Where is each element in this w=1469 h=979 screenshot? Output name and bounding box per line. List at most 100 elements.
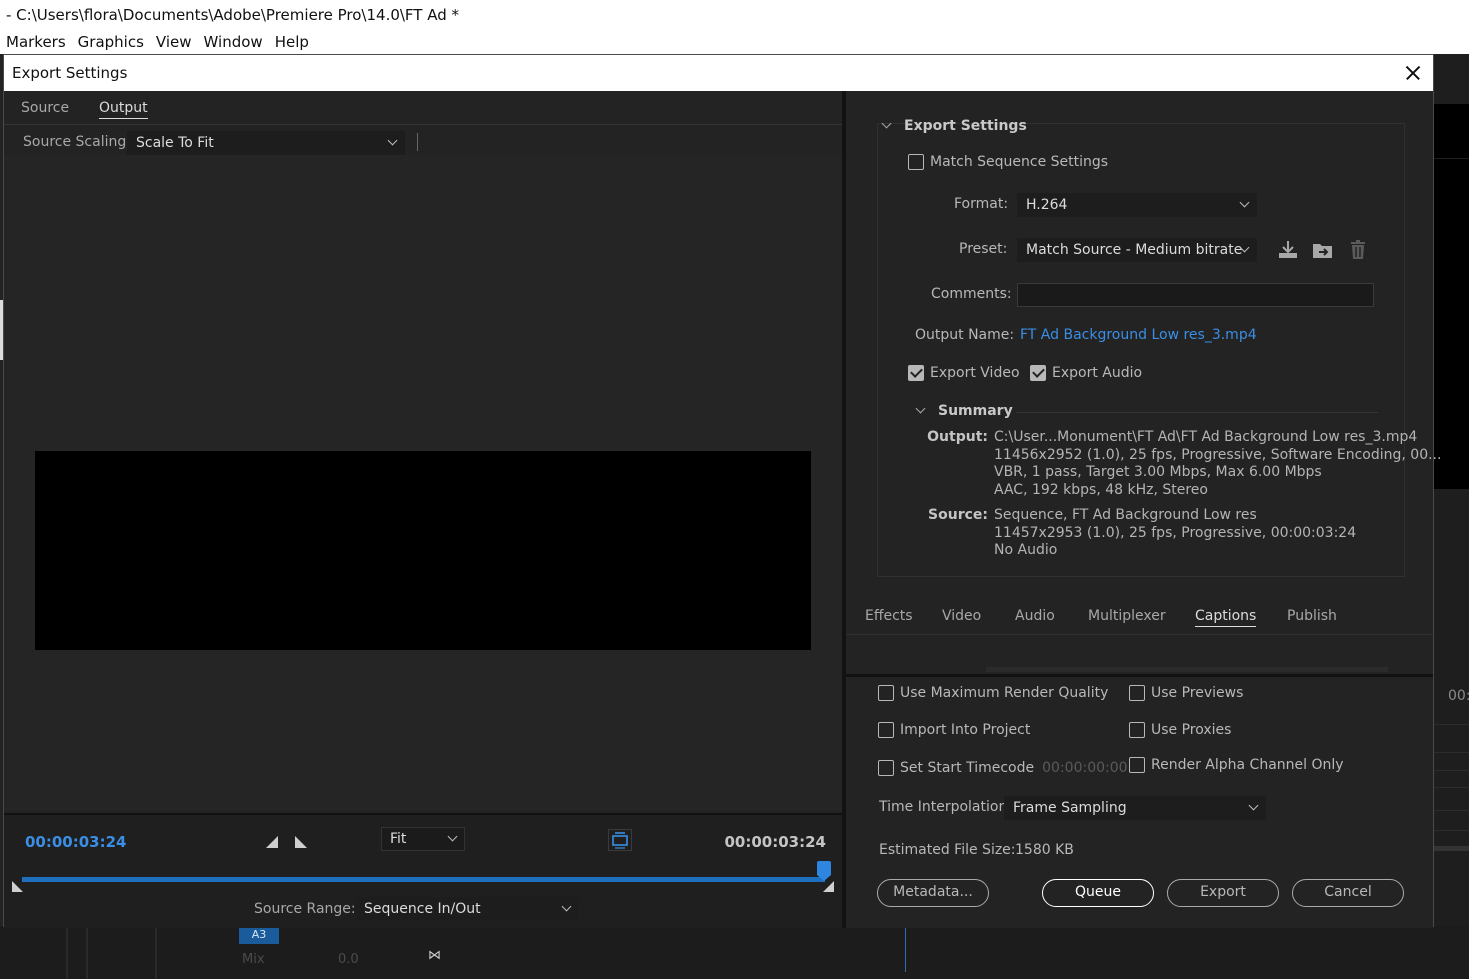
use-previews-checkbox[interactable]: Use Previews — [1129, 685, 1243, 701]
tab-audio[interactable]: Audio — [1015, 608, 1055, 624]
chevron-down-icon — [1239, 197, 1250, 208]
use-proxies-label: Use Proxies — [1151, 722, 1232, 738]
mark-in-icon[interactable] — [265, 835, 279, 849]
match-sequence-checkbox[interactable]: Match Sequence Settings — [908, 154, 1108, 170]
delete-preset-icon[interactable] — [1346, 239, 1370, 261]
preview-tabs: Source Output — [4, 91, 842, 125]
source-range-value: Sequence In/Out — [364, 901, 481, 917]
background-black-block — [1434, 104, 1469, 158]
export-audio-checkbox[interactable]: Export Audio — [1030, 365, 1142, 381]
summary-header[interactable]: Summary — [915, 403, 1013, 419]
mark-out-icon[interactable] — [294, 835, 308, 849]
summary-source-line: Sequence, FT Ad Background Low res — [994, 507, 1257, 523]
checkbox-icon — [1129, 722, 1145, 738]
work-area-end-handle[interactable] — [823, 881, 834, 892]
queue-button[interactable]: Queue — [1042, 879, 1154, 907]
render-alpha-only-checkbox[interactable]: Render Alpha Channel Only — [1129, 757, 1344, 773]
bowtie-icon[interactable]: ⋈ — [428, 948, 441, 963]
zoom-fit-value: Fit — [390, 831, 407, 847]
playback-bar: 00:00:03:24 Fit 00:00:03:24 Source Range… — [4, 813, 842, 928]
save-preset-icon[interactable] — [1276, 239, 1300, 261]
work-area-start-handle[interactable] — [12, 881, 23, 892]
tab-effects[interactable]: Effects — [865, 608, 913, 624]
export-settings-dialog: Export Settings Source Output Source Sca… — [3, 54, 1441, 928]
preset-dropdown[interactable]: Match Source - Medium bitrate — [1017, 238, 1257, 262]
summary-source-values: Sequence, FT Ad Background Low res 11457… — [994, 507, 1356, 560]
summary-output-values: C:\User...Monument\FT Ad\FT Ad Backgroun… — [994, 429, 1441, 499]
track-mix-value: 0.0 — [338, 952, 359, 967]
source-range-dropdown[interactable]: Sequence In/Out — [355, 897, 579, 921]
set-start-timecode-checkbox[interactable]: Set Start Timecode 00:00:00:00 — [878, 760, 1128, 776]
start-timecode-field[interactable]: 00:00:00:00 — [1042, 760, 1127, 776]
checkbox-icon — [1129, 757, 1145, 773]
timecode-duration: 00:00:03:24 — [724, 833, 827, 851]
tab-multiplexer[interactable]: Multiplexer — [1088, 608, 1166, 624]
track-a3-target[interactable]: A3 — [239, 926, 279, 944]
timeline-playhead — [905, 926, 906, 972]
time-interpolation-label: Time Interpolation: — [879, 799, 1013, 815]
background-divider — [86, 926, 88, 979]
checkbox-checked-icon — [908, 365, 924, 381]
chevron-down-icon — [561, 901, 572, 912]
tab-publish[interactable]: Publish — [1287, 608, 1337, 624]
summary-output-key: Output: — [927, 429, 988, 445]
summary-output-line: VBR, 1 pass, Target 3.00 Mbps, Max 6.00 … — [994, 464, 1322, 480]
toolbar-divider — [417, 133, 418, 151]
metadata-button[interactable]: Metadata... — [877, 879, 989, 907]
export-video-label: Export Video — [930, 365, 1020, 381]
checkbox-icon — [908, 154, 924, 170]
background-divider — [1434, 830, 1469, 831]
menu-view[interactable]: View — [150, 30, 198, 54]
estimated-file-size-value: 1580 KB — [1015, 842, 1074, 858]
chevron-down-icon — [1248, 800, 1259, 811]
menu-markers[interactable]: Markers — [0, 30, 72, 54]
preset-value: Match Source - Medium bitrate — [1026, 242, 1243, 258]
import-into-project-label: Import Into Project — [900, 722, 1031, 738]
playhead-handle[interactable] — [817, 861, 831, 881]
summary-output-line: 11456x2952 (1.0), 25 fps, Progressive, S… — [994, 446, 1442, 463]
export-button[interactable]: Export — [1167, 879, 1279, 907]
summary-output-line: AAC, 192 kbps, 48 kHz, Stereo — [994, 481, 1208, 498]
menu-help[interactable]: Help — [269, 30, 315, 54]
export-video-checkbox[interactable]: Export Video — [908, 365, 1020, 381]
tab-video[interactable]: Video — [942, 608, 981, 624]
checkbox-icon — [878, 685, 894, 701]
timecode-current[interactable]: 00:00:03:24 — [25, 833, 127, 851]
time-interpolation-dropdown[interactable]: Frame Sampling — [1004, 796, 1266, 820]
checkbox-checked-icon — [1030, 365, 1046, 381]
zoom-fit-dropdown[interactable]: Fit — [381, 827, 465, 851]
checkbox-icon — [878, 722, 894, 738]
source-scaling-dropdown[interactable]: Scale To Fit — [127, 131, 405, 155]
close-icon[interactable] — [1401, 61, 1425, 85]
cancel-button[interactable]: Cancel — [1292, 879, 1404, 907]
import-into-project-checkbox[interactable]: Import Into Project — [878, 722, 1030, 738]
summary-divider — [1016, 412, 1378, 413]
video-preview — [35, 451, 811, 650]
comments-field[interactable] — [1017, 283, 1374, 307]
render-alpha-only-label: Render Alpha Channel Only — [1151, 757, 1344, 773]
tab-output[interactable]: Output — [99, 100, 148, 119]
use-proxies-checkbox[interactable]: Use Proxies — [1129, 722, 1231, 738]
section-separator[interactable] — [846, 674, 1433, 677]
output-name-link[interactable]: FT Ad Background Low res_3.mp4 — [1020, 327, 1257, 343]
menu-graphics[interactable]: Graphics — [72, 30, 150, 54]
settings-tabs: Effects Video Audio Multiplexer Captions… — [846, 599, 1433, 635]
app-title-bar: - C:\Users\flora\Documents\Adobe\Premier… — [0, 0, 1469, 30]
export-settings-title: Export Settings — [904, 118, 1027, 134]
max-render-quality-checkbox[interactable]: Use Maximum Render Quality — [878, 685, 1108, 701]
horizontal-scrollbar[interactable] — [986, 667, 1388, 672]
preset-label: Preset: — [959, 241, 1008, 257]
aspect-ratio-icon[interactable] — [608, 829, 632, 851]
export-settings-header[interactable]: Export Settings — [881, 118, 1027, 134]
match-sequence-label: Match Sequence Settings — [930, 154, 1109, 170]
timeline-scrubber[interactable] — [22, 877, 825, 882]
import-preset-icon[interactable] — [1311, 239, 1335, 261]
summary-title: Summary — [938, 403, 1013, 419]
format-dropdown[interactable]: H.264 — [1017, 193, 1257, 217]
source-range-label: Source Range: — [254, 901, 356, 917]
comments-label: Comments: — [931, 286, 1012, 302]
tab-captions[interactable]: Captions — [1195, 608, 1257, 627]
tab-source[interactable]: Source — [21, 100, 69, 116]
disclosure-icon — [915, 403, 926, 414]
menu-window[interactable]: Window — [198, 30, 269, 54]
